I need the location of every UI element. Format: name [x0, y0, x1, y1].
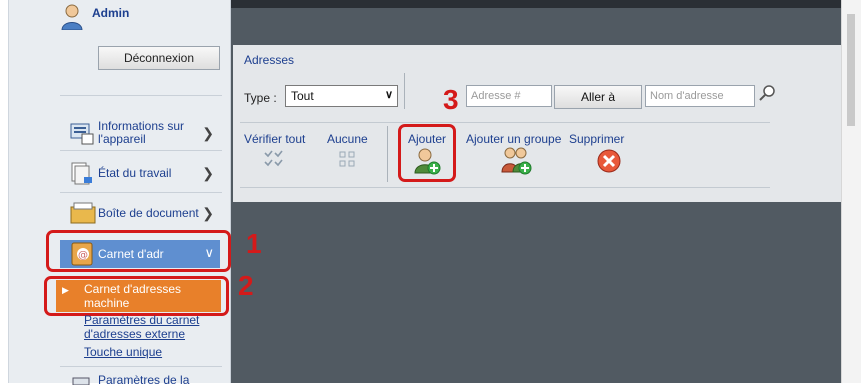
user-avatar-icon: [61, 4, 83, 31]
address-number-placeholder: Adresse #: [471, 90, 521, 102]
callout-number-1: 1: [246, 228, 262, 259]
callout-number-3: 3: [443, 84, 459, 115]
label-line2: d'adresses externe: [84, 327, 186, 341]
sidebar-item-job-status[interactable]: État du travail ❯: [70, 156, 220, 190]
goto-button[interactable]: Aller à: [554, 85, 642, 109]
check-all-button[interactable]: Vérifier tout: [244, 132, 305, 146]
device-info-icon: [70, 121, 94, 145]
top-bar: [231, 0, 841, 8]
add-group-button[interactable]: Ajouter un groupe: [466, 132, 561, 146]
add-group-icon[interactable]: [501, 146, 533, 176]
address-panel: [233, 45, 841, 202]
chevron-right-icon: ❯: [202, 125, 214, 141]
scrollbar-thumb[interactable]: [847, 14, 855, 126]
highlight-box-3: [398, 124, 456, 182]
address-name-input[interactable]: Nom d'adresse: [645, 85, 755, 107]
sidebar-item-label: Boîte de document: [98, 206, 199, 220]
check-all-icon[interactable]: [263, 148, 285, 170]
subitem-external-address-book[interactable]: Paramètres du carnet d'adresses externe: [84, 313, 199, 341]
panel-divider: [240, 187, 770, 188]
panel-title: Adresses: [244, 53, 295, 67]
logout-button[interactable]: Déconnexion: [98, 46, 220, 70]
settings-icon: [72, 374, 90, 386]
sidebar-item-settings-partial[interactable]: Paramètres de la: [98, 373, 189, 387]
sidebar-item-label: État du travail: [98, 166, 172, 180]
label-line1: Informations sur: [98, 119, 185, 133]
label-line2: l'appareil: [98, 132, 146, 146]
highlight-box-1: [46, 230, 231, 272]
type-select-value: Tout: [291, 89, 314, 103]
uncheck-all-button[interactable]: Aucune: [327, 132, 368, 146]
subitem-one-touch-key[interactable]: Touche unique: [84, 345, 162, 359]
sidebar-divider: [60, 366, 222, 367]
type-select[interactable]: Tout ∨: [285, 85, 398, 107]
sidebar-item-device-info[interactable]: Informations sur l'appareil ❯: [70, 116, 220, 150]
chevron-down-icon: ∨: [384, 89, 393, 101]
document-box-icon: [70, 201, 96, 225]
sidebar-divider: [60, 95, 222, 96]
address-number-input[interactable]: Adresse #: [466, 85, 552, 107]
delete-icon[interactable]: [596, 148, 622, 174]
toolbar-divider: [387, 126, 388, 182]
window-left-edge: [0, 0, 9, 383]
delete-button[interactable]: Supprimer: [569, 132, 624, 146]
panel-divider: [240, 122, 770, 123]
callout-number-2: 2: [238, 270, 254, 301]
chevron-right-icon: ❯: [202, 205, 214, 221]
uncheck-all-icon[interactable]: [338, 150, 356, 168]
user-name: Admin: [92, 6, 130, 20]
address-name-placeholder: Nom d'adresse: [650, 90, 724, 102]
sidebar-item-document-box[interactable]: Boîte de document ❯: [70, 196, 220, 230]
chevron-right-icon: ❯: [202, 165, 214, 181]
sidebar-item-label: Informations sur l'appareil: [98, 120, 184, 146]
label-line1: Paramètres du carnet: [84, 313, 200, 327]
sidebar-divider: [60, 150, 222, 151]
toolbar-divider: [404, 73, 405, 109]
sidebar-divider: [60, 192, 222, 193]
highlight-box-2: [44, 276, 229, 316]
job-status-icon: [70, 161, 94, 185]
search-icon[interactable]: [758, 84, 776, 102]
type-label: Type :: [244, 91, 277, 105]
